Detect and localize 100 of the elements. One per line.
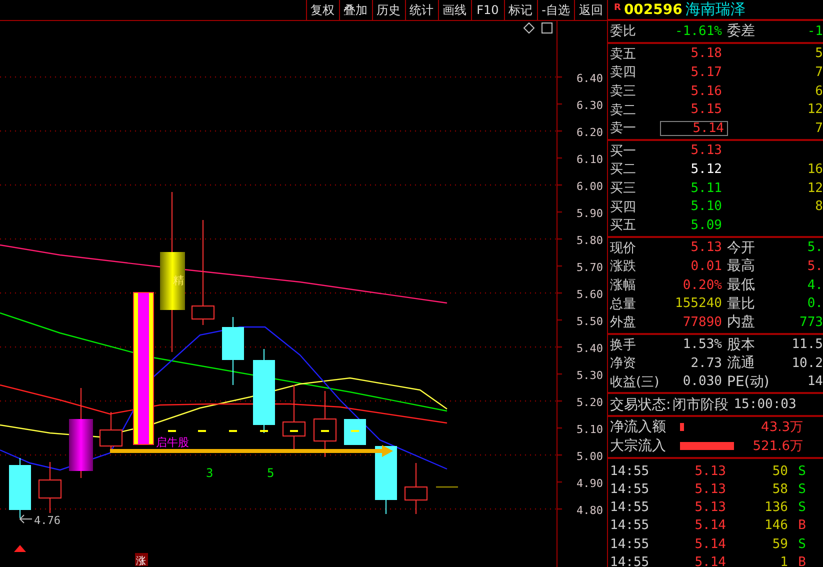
trade-volume: 136	[764, 500, 788, 516]
count-label: 5	[267, 466, 274, 480]
flow-value: 43.3万	[760, 419, 804, 436]
flag-label: R	[614, 3, 621, 13]
field-value: 77890	[682, 314, 723, 330]
rising-candle	[314, 390, 336, 458]
field-label: 换手	[609, 336, 637, 354]
trade-price: 5.13	[694, 464, 726, 479]
trade-side: S	[797, 464, 807, 479]
order-volume: 5	[814, 46, 823, 62]
trade-side: B	[797, 555, 807, 567]
up-arrow-icon	[14, 545, 26, 552]
price-axis-label: 5.10	[576, 423, 603, 436]
field-label: 最低	[726, 276, 756, 294]
flow-label: 净流入额	[610, 418, 667, 436]
trade-side: S	[797, 500, 807, 516]
field-label: 委差	[726, 22, 756, 40]
field-value: 14	[806, 374, 823, 390]
field-label: 外盘	[609, 314, 637, 332]
price-axis-label: 5.20	[576, 396, 603, 409]
field-label: 委比	[609, 23, 637, 40]
field-value: 5.	[806, 240, 823, 256]
field-value: 5.13	[690, 240, 723, 256]
order-price: 5.09	[690, 218, 723, 233]
price-axis-label: 6.40	[576, 72, 603, 85]
field-value: 0.20%	[682, 278, 723, 293]
field-label: 最高	[726, 257, 756, 276]
field-label: 股本	[726, 336, 756, 354]
order-level-label: 卖三	[609, 83, 637, 100]
field-value: 4.	[806, 278, 823, 293]
trade-side: S	[797, 536, 807, 552]
price-axis-label: 4.90	[576, 477, 603, 490]
field-label: 量比	[726, 294, 756, 313]
flow-bar	[680, 423, 684, 432]
order-level-label: 买五	[609, 217, 637, 234]
field-value: 0.	[806, 296, 823, 312]
price-axis-label: 5.30	[576, 369, 603, 382]
order-level-label: 买三	[609, 180, 637, 198]
field-label: 内盘	[726, 313, 756, 332]
trade-volume: 146	[764, 518, 788, 534]
order-volume: 16	[806, 162, 823, 177]
trade-volume: 50	[771, 464, 788, 479]
order-price: 5.16	[690, 84, 723, 99]
price-axis-label: 5.90	[576, 207, 603, 220]
trade-time: 14:55	[609, 555, 650, 567]
diamond-icon	[523, 22, 535, 34]
order-volume: 12	[806, 102, 823, 118]
field-value: 10.2	[790, 356, 823, 371]
rising-candle	[404, 462, 428, 514]
signal-label: 启牛股	[156, 436, 189, 449]
field-label: 现价	[609, 240, 637, 257]
order-volume: 7	[814, 120, 823, 136]
field-label: 流通	[726, 354, 756, 372]
trade-volume: 58	[771, 482, 788, 497]
status-label: 交易状态:	[610, 396, 671, 414]
rising-candle	[38, 462, 62, 514]
rising-candle	[282, 384, 306, 450]
falling-candle	[222, 316, 244, 386]
trade-time: 14:55	[609, 500, 650, 516]
field-value: 0.01	[690, 258, 723, 274]
trade-time: 14:55	[609, 518, 650, 534]
price-axis-label: 5.60	[576, 288, 603, 301]
order-volume: 6	[814, 84, 823, 99]
stock-name: 海南瑞泽	[685, 0, 746, 19]
order-price: 5.17	[690, 64, 723, 80]
order-price: 5.15	[690, 102, 723, 118]
order-level-label: 买一	[609, 142, 637, 160]
trade-price: 5.13	[694, 500, 726, 516]
falling-candle	[344, 418, 366, 446]
order-volume: 8	[814, 199, 823, 214]
panel-toggle-icon[interactable]	[542, 22, 552, 34]
order-price: 5.13	[690, 143, 723, 158]
price-axis-label: 4.80	[576, 504, 603, 517]
price-axis-label: 5.40	[576, 342, 603, 355]
field-label: 今开	[726, 238, 756, 257]
trade-time: 14:55	[609, 482, 650, 497]
candle-mark: 精	[173, 274, 184, 287]
field-value: 2.73	[690, 356, 723, 371]
order-level-label: 买四	[609, 198, 637, 216]
stock-code: 002596	[624, 2, 682, 18]
arrow-icon	[19, 514, 32, 524]
flow-value: 521.6万	[752, 438, 804, 456]
rise-badge: 涨	[135, 553, 148, 567]
field-value: -1.61%	[674, 24, 723, 39]
field-value: 155240	[674, 296, 723, 312]
field-value: 1.53%	[682, 337, 723, 352]
field-label: 收益(三)	[609, 374, 660, 391]
trade-side: B	[797, 518, 807, 534]
flow-bar	[680, 442, 734, 450]
order-price: 5.12	[690, 162, 723, 177]
falling-candle	[375, 446, 397, 514]
price-axis-label: 6.00	[576, 180, 603, 193]
price-axis-label: 5.00	[576, 450, 603, 463]
field-value: -1	[806, 24, 823, 39]
price-axis-label: 6.30	[576, 99, 603, 112]
field-label: 涨幅	[609, 277, 637, 294]
trade-time: 14:55	[609, 464, 650, 479]
order-volume: 7	[814, 64, 823, 80]
field-label: PE(动)	[726, 372, 770, 391]
flow-label: 大宗流入	[610, 437, 667, 456]
